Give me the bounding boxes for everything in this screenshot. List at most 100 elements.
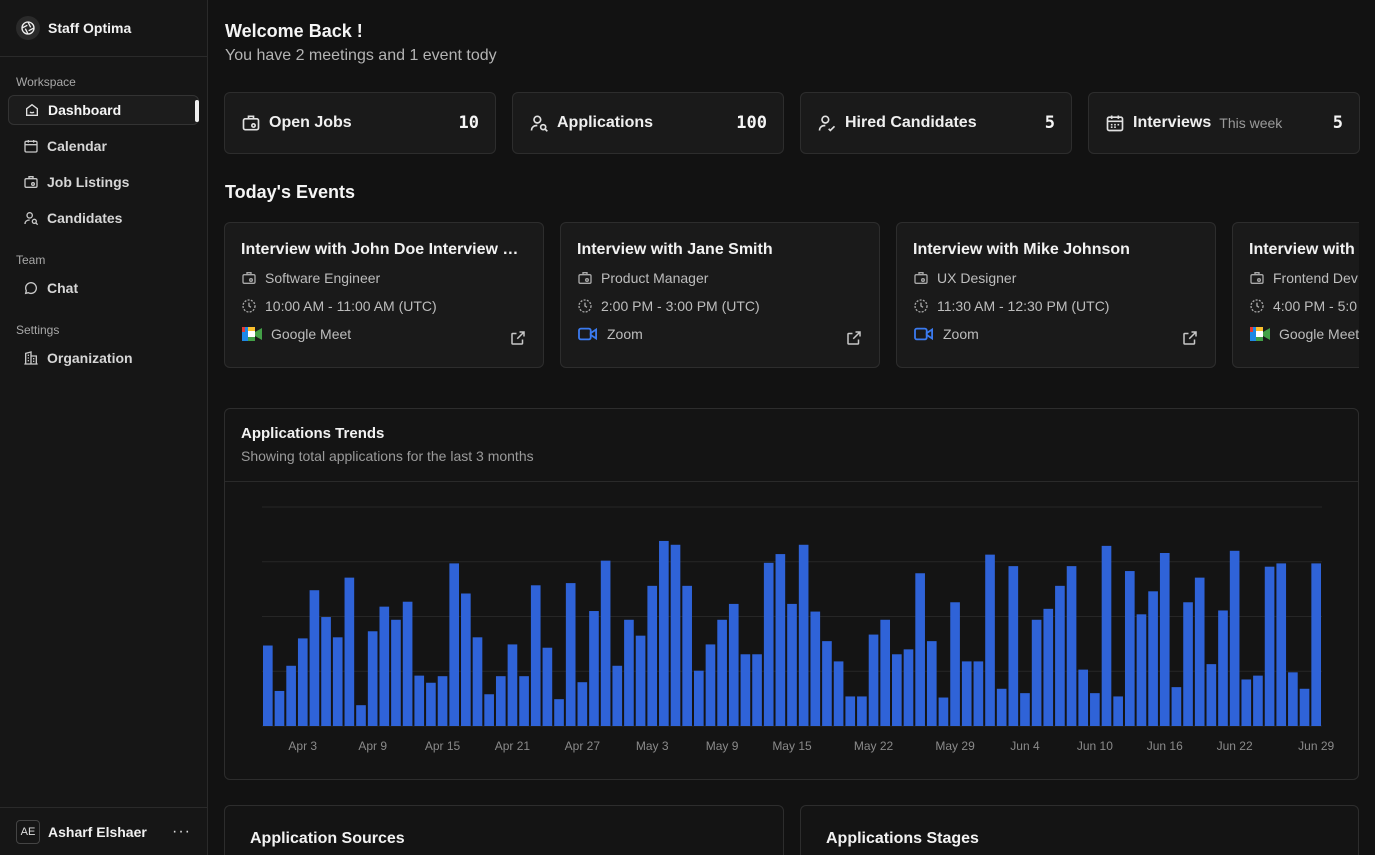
chart-bar[interactable] [449, 563, 460, 726]
event-card[interactable]: Interview with Frontend Dev 4:00 PM - 5:… [1232, 222, 1359, 368]
chart-bar[interactable] [647, 585, 658, 726]
chart-bar[interactable] [437, 676, 448, 726]
chart-bar[interactable] [589, 611, 599, 726]
chart-bar[interactable] [938, 697, 949, 726]
external-link-icon[interactable] [845, 329, 863, 347]
chart-bar[interactable] [309, 590, 320, 726]
chart-bar[interactable] [1183, 602, 1193, 726]
chart-bar[interactable] [961, 661, 972, 726]
chart-bar[interactable] [1066, 566, 1077, 726]
external-link-icon[interactable] [509, 329, 527, 347]
chart-bar[interactable] [1253, 675, 1263, 726]
stat-card-open-jobs[interactable]: Open Jobs 10 [224, 92, 496, 154]
chart-bar[interactable] [659, 540, 669, 726]
chart-bar[interactable] [472, 637, 483, 727]
chart-bar[interactable] [752, 654, 762, 726]
event-card[interactable]: Interview with Jane Smith Product Manage… [560, 222, 880, 368]
sidebar-item-dashboard[interactable]: Dashboard [8, 95, 199, 125]
stat-card-hired-candidates[interactable]: Hired Candidates 5 [800, 92, 1072, 154]
chart-bar[interactable] [565, 583, 576, 726]
chart-bar[interactable] [1078, 669, 1089, 726]
chart-bar[interactable] [635, 635, 646, 726]
chart-bar[interactable] [950, 602, 960, 726]
chart-bar[interactable] [1008, 566, 1019, 726]
chart-bar[interactable] [763, 562, 774, 726]
chart-bar[interactable] [554, 699, 564, 726]
chart-bar[interactable] [414, 675, 425, 726]
chart-bar[interactable] [297, 638, 308, 726]
applications-bar-chart[interactable]: Apr 3 Apr 9 Apr 15 Apr 21 Apr 27 May 3 May 9 Ma… [225, 483, 1358, 779]
chart-bar[interactable] [391, 619, 401, 726]
more-options-button[interactable]: ··· [172, 823, 191, 841]
chart-bar[interactable] [682, 585, 692, 726]
chart-bar[interactable] [740, 654, 751, 726]
chart-bar[interactable] [857, 696, 867, 727]
event-card[interactable]: Interview with Mike Johnson UX Designer … [896, 222, 1216, 368]
chart-bar[interactable] [892, 654, 902, 726]
chart-bar[interactable] [973, 661, 984, 726]
chart-bar[interactable] [1299, 688, 1310, 726]
chart-bar[interactable] [402, 601, 413, 726]
event-card[interactable]: Interview with John Doe Interview … Soft… [224, 222, 544, 368]
chart-bar[interactable] [461, 593, 471, 727]
chart-bar[interactable] [1206, 664, 1217, 726]
chart-bar[interactable] [1264, 566, 1275, 726]
sidebar-item-organization[interactable]: Organization [8, 343, 199, 373]
chart-bar[interactable] [775, 554, 786, 726]
chart-bar[interactable] [519, 676, 529, 726]
chart-bar[interactable] [1136, 614, 1147, 726]
chart-bar[interactable] [717, 619, 727, 726]
chart-bar[interactable] [915, 573, 925, 726]
chart-bar[interactable] [367, 631, 378, 726]
chart-bar[interactable] [1101, 545, 1112, 726]
stat-card-applications[interactable]: Applications 100 [512, 92, 784, 154]
brand[interactable]: Staff Optima [0, 0, 207, 57]
chart-bar[interactable] [274, 690, 285, 726]
chart-bar[interactable] [263, 645, 273, 726]
chart-bar[interactable] [321, 617, 331, 726]
sidebar-item-job-listings[interactable]: Job Listings [8, 167, 199, 197]
sidebar-item-chat[interactable]: Chat [8, 273, 199, 303]
chart-bar[interactable] [926, 641, 937, 726]
sidebar-item-calendar[interactable]: Calendar [8, 131, 199, 161]
user-bar[interactable]: AE Asharf Elshaer ··· [0, 807, 207, 855]
stat-card-interviews[interactable]: Interviews This week 5 [1088, 92, 1360, 154]
chart-bar[interactable] [728, 603, 739, 726]
chart-bar[interactable] [507, 644, 518, 726]
chart-bar[interactable] [996, 688, 1007, 726]
chart-bar[interactable] [495, 676, 506, 726]
chart-bar[interactable] [1194, 577, 1205, 726]
chart-bar[interactable] [379, 606, 390, 726]
chart-bar[interactable] [880, 619, 891, 726]
chart-bar[interactable] [845, 696, 856, 727]
chart-bar[interactable] [1171, 687, 1182, 726]
chart-bar[interactable] [1159, 552, 1170, 726]
chart-bar[interactable] [1288, 672, 1298, 726]
chart-bar[interactable] [1218, 610, 1228, 726]
chart-bar[interactable] [810, 611, 821, 726]
chart-bar[interactable] [1031, 619, 1042, 726]
chart-bar[interactable] [1276, 563, 1287, 726]
chart-bar[interactable] [1020, 693, 1030, 726]
chart-bar[interactable] [1241, 679, 1252, 726]
chart-bar[interactable] [693, 670, 704, 726]
chart-bar[interactable] [530, 585, 541, 726]
chart-bar[interactable] [670, 544, 681, 726]
sidebar-item-candidates[interactable]: Candidates [8, 203, 199, 233]
chart-bar[interactable] [484, 694, 494, 726]
external-link-icon[interactable] [1181, 329, 1199, 347]
chart-bar[interactable] [600, 560, 611, 726]
chart-bar[interactable] [822, 641, 832, 726]
chart-bar[interactable] [1229, 550, 1240, 726]
chart-bar[interactable] [426, 682, 436, 726]
chart-bar[interactable] [1055, 585, 1065, 726]
chart-bar[interactable] [332, 637, 343, 727]
chart-bar[interactable] [985, 554, 995, 726]
chart-bar[interactable] [1124, 571, 1135, 726]
chart-bar[interactable] [356, 705, 366, 726]
chart-bar[interactable] [612, 665, 623, 727]
chart-bar[interactable] [542, 647, 553, 726]
chart-bar[interactable] [833, 661, 844, 726]
chart-bar[interactable] [868, 634, 879, 726]
chart-bar[interactable] [1043, 608, 1054, 726]
